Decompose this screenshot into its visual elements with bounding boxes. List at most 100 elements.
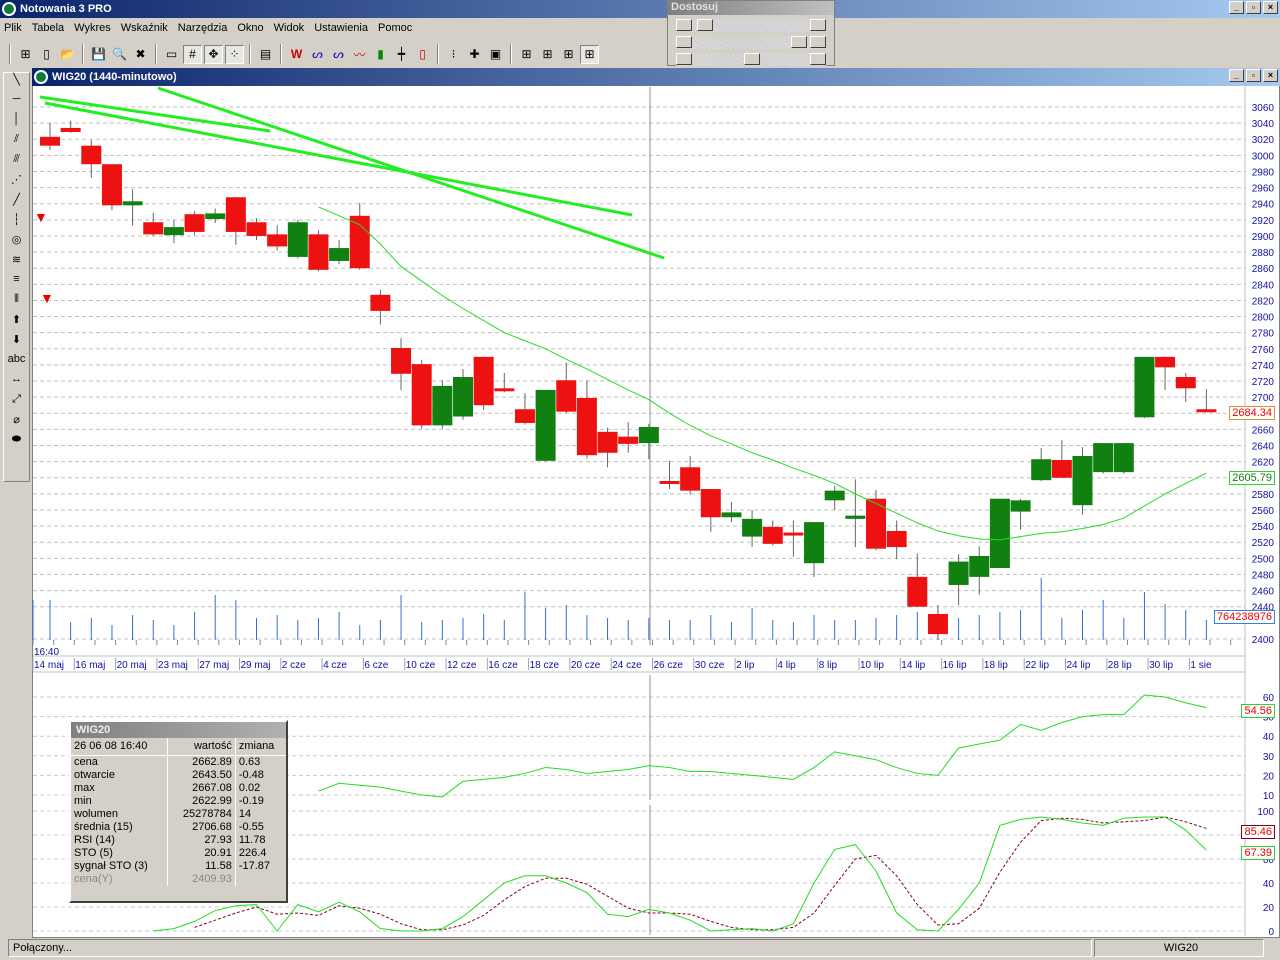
trendline[interactable] bbox=[157, 86, 665, 260]
candle-body-down bbox=[101, 164, 122, 206]
candle[interactable] bbox=[184, 210, 205, 236]
candle[interactable] bbox=[638, 423, 659, 460]
candle-body-down bbox=[494, 388, 515, 392]
candle[interactable] bbox=[1196, 389, 1217, 413]
candle[interactable] bbox=[101, 164, 122, 211]
price-tick-label: 2500 bbox=[1252, 554, 1275, 565]
candle-body-down bbox=[267, 234, 288, 247]
candle[interactable] bbox=[762, 520, 783, 546]
candle[interactable] bbox=[60, 120, 81, 133]
candle[interactable] bbox=[1010, 498, 1031, 530]
status-symbol: WIG20 bbox=[1094, 939, 1264, 957]
candle[interactable] bbox=[824, 485, 845, 510]
candle-body-down bbox=[680, 467, 701, 491]
candle[interactable] bbox=[535, 389, 556, 462]
candle[interactable] bbox=[349, 202, 370, 270]
candle[interactable] bbox=[907, 553, 928, 607]
info-change: 0.02 bbox=[238, 782, 261, 794]
quote-info-panel[interactable]: WIG20 26 06 08 16:40 wartość zmiana cena 26… bbox=[69, 720, 288, 903]
candle[interactable] bbox=[700, 489, 721, 532]
candle[interactable] bbox=[370, 289, 391, 325]
candle[interactable] bbox=[163, 219, 184, 244]
candle[interactable] bbox=[618, 422, 639, 453]
candle[interactable] bbox=[659, 460, 680, 490]
candle[interactable] bbox=[494, 372, 515, 393]
price-tick-label: 2940 bbox=[1252, 200, 1275, 211]
candle-body-down bbox=[60, 127, 81, 132]
price-tick-label: 2800 bbox=[1252, 313, 1275, 324]
candle[interactable] bbox=[1175, 372, 1196, 402]
candle[interactable] bbox=[866, 489, 886, 551]
candle-body-up bbox=[1072, 455, 1093, 506]
candle[interactable] bbox=[783, 520, 804, 557]
volume-value-box: 764238976 bbox=[1213, 610, 1275, 624]
date-label: 24 lip bbox=[1067, 660, 1091, 671]
info-change: 14 bbox=[238, 808, 252, 820]
info-value: 25278784 bbox=[167, 808, 236, 821]
date-label: 16 lip bbox=[943, 660, 967, 671]
info-change: -0.19 bbox=[238, 795, 264, 807]
status-connection: Połączony... bbox=[8, 939, 1092, 957]
candle[interactable] bbox=[556, 362, 577, 414]
price-tick-label: 2520 bbox=[1252, 538, 1275, 549]
candle[interactable] bbox=[804, 522, 825, 577]
price-tick-label: 2980 bbox=[1252, 167, 1275, 178]
price-tick-label: 3040 bbox=[1252, 119, 1275, 130]
info-label: otwarcie bbox=[74, 769, 115, 781]
info-label: max bbox=[74, 782, 95, 794]
candle[interactable] bbox=[453, 368, 473, 420]
candle[interactable] bbox=[1093, 443, 1114, 474]
candle[interactable] bbox=[329, 239, 350, 265]
candle-body-down bbox=[473, 356, 494, 406]
candle[interactable] bbox=[246, 218, 267, 240]
candle[interactable] bbox=[308, 230, 329, 272]
candle[interactable] bbox=[927, 605, 948, 639]
candle[interactable] bbox=[576, 380, 597, 459]
candle[interactable] bbox=[1113, 443, 1134, 474]
candle[interactable] bbox=[742, 510, 763, 548]
info-label: min bbox=[74, 795, 92, 807]
candle[interactable] bbox=[1072, 447, 1093, 515]
candle[interactable] bbox=[391, 338, 412, 390]
candle-body-up bbox=[1031, 459, 1052, 481]
candle[interactable] bbox=[680, 455, 701, 495]
candle[interactable] bbox=[1051, 439, 1072, 478]
info-value: 2667.08 bbox=[167, 782, 236, 795]
candle-body-up bbox=[969, 555, 990, 577]
candle[interactable] bbox=[81, 140, 102, 178]
candle[interactable] bbox=[432, 380, 453, 429]
info-title: WIG20 bbox=[71, 722, 286, 738]
price-tick-label: 3000 bbox=[1252, 151, 1275, 162]
candle[interactable] bbox=[143, 212, 164, 236]
candle[interactable] bbox=[267, 225, 288, 251]
candle[interactable] bbox=[845, 479, 866, 548]
rsi-tick-label: 10 bbox=[1263, 791, 1275, 802]
candle[interactable] bbox=[514, 393, 535, 425]
candle[interactable] bbox=[287, 219, 308, 259]
info-row: STO (5) 20.91 226.4 bbox=[71, 847, 286, 860]
candle[interactable] bbox=[969, 546, 990, 595]
date-label: 30 cze bbox=[695, 660, 725, 671]
price-tick-label: 2820 bbox=[1252, 296, 1275, 307]
candle-body-down bbox=[1155, 356, 1176, 368]
candle[interactable] bbox=[1031, 447, 1052, 481]
candle[interactable] bbox=[948, 554, 969, 606]
candle[interactable] bbox=[225, 197, 246, 245]
candle[interactable] bbox=[205, 208, 226, 224]
candle[interactable] bbox=[40, 123, 60, 150]
date-label: 27 maj bbox=[199, 660, 229, 671]
info-value: 27.93 bbox=[167, 834, 236, 847]
info-col-change: zmiana bbox=[235, 738, 286, 756]
candle-body-up bbox=[948, 561, 969, 585]
candle[interactable] bbox=[989, 498, 1010, 569]
candle[interactable] bbox=[1155, 356, 1176, 390]
candle-body-down bbox=[886, 530, 907, 548]
date-label: 26 cze bbox=[654, 660, 684, 671]
candle[interactable] bbox=[1134, 356, 1155, 419]
candle[interactable] bbox=[721, 501, 742, 523]
price-tick-label: 2660 bbox=[1252, 425, 1275, 436]
candle[interactable] bbox=[411, 360, 432, 429]
candle[interactable] bbox=[473, 356, 494, 411]
rsi-tick-label: 40 bbox=[1263, 732, 1275, 743]
last-price-box: 2684.34 bbox=[1229, 406, 1275, 420]
